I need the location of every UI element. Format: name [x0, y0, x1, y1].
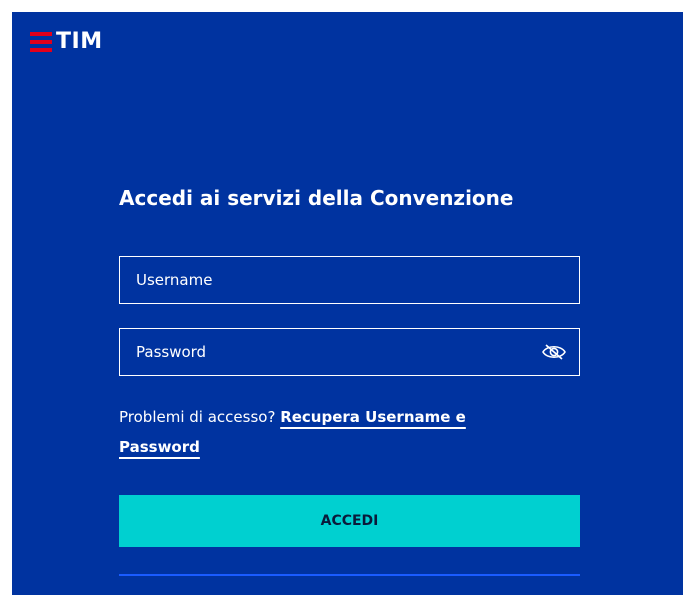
- logo-text: TIM: [56, 29, 103, 54]
- logo-mark-icon: [30, 32, 52, 52]
- access-help: Problemi di accesso? Recupera Username e…: [119, 402, 539, 462]
- divider: [119, 574, 580, 576]
- help-prefix: Problemi di accesso?: [119, 408, 276, 426]
- password-field-wrapper: [119, 328, 580, 376]
- password-input[interactable]: [134, 342, 541, 362]
- accedi-button[interactable]: ACCEDI: [119, 495, 580, 547]
- login-panel: TIM Accedi ai servizi della Convenzione …: [12, 12, 683, 595]
- username-input[interactable]: [134, 270, 567, 290]
- eye-slash-icon[interactable]: [541, 342, 567, 362]
- username-field-wrapper: [119, 256, 580, 304]
- tim-logo[interactable]: TIM: [30, 30, 103, 54]
- page-title: Accedi ai servizi della Convenzione: [119, 186, 514, 210]
